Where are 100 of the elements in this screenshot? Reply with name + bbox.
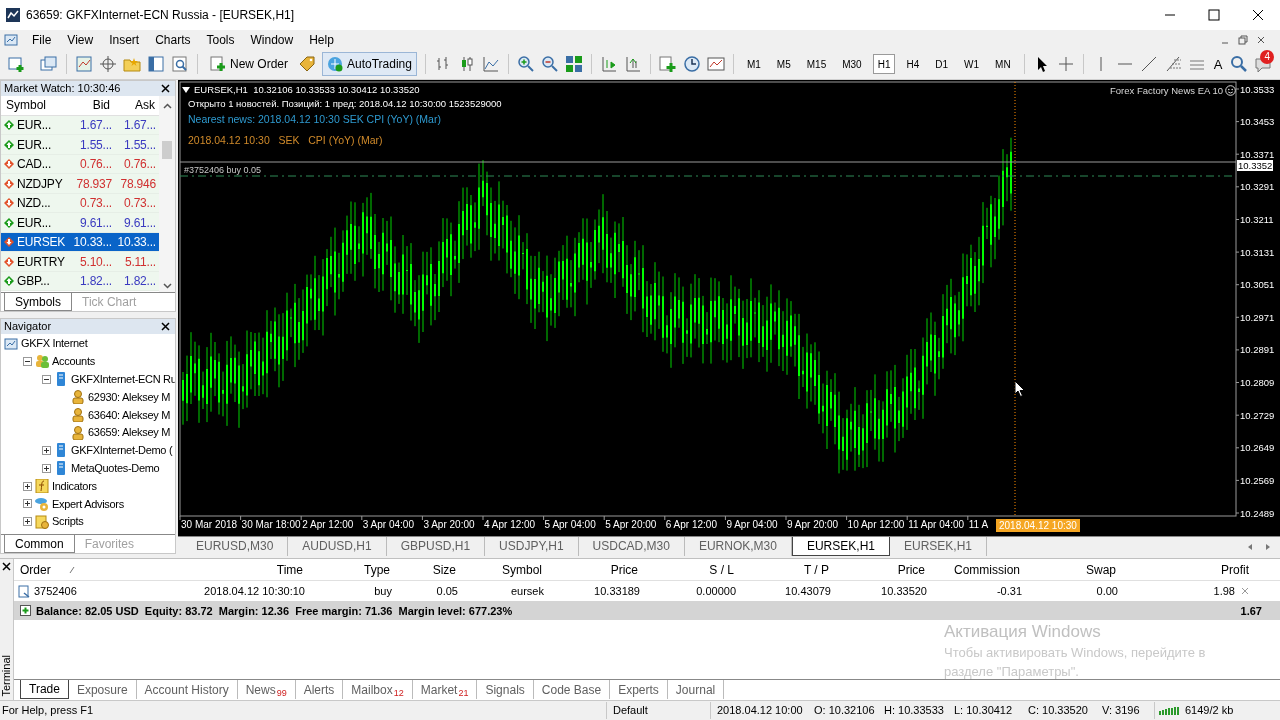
chart-tab[interactable]: USDJPY,H1: [485, 536, 579, 556]
chart-tab[interactable]: GBPUSD,H1: [386, 536, 486, 556]
tree-item[interactable]: 63659: Aleksey M: [88, 424, 171, 441]
market-watch-row[interactable]: EURSEK 10.33... 10.33...: [1, 232, 159, 253]
tree-item[interactable]: GKFXInternet-ECN Ru: [71, 371, 175, 388]
menu-item[interactable]: View: [59, 30, 102, 49]
tree-item[interactable]: Accounts: [52, 353, 95, 370]
terminal-tab[interactable]: Code Base: [533, 680, 611, 700]
autoscroll-icon[interactable]: [623, 55, 642, 74]
chart-shift-icon[interactable]: [599, 55, 618, 74]
chart-tab[interactable]: EURNOK,M30: [684, 536, 792, 556]
close-icon[interactable]: [2, 562, 11, 572]
column-header[interactable]: Bid: [69, 96, 114, 115]
collapse-icon[interactable]: [42, 374, 51, 384]
restore-icon[interactable]: [1238, 34, 1248, 45]
expand-icon[interactable]: [23, 517, 32, 527]
magnifier-window-icon[interactable]: [171, 55, 189, 74]
scrollbar-thumb[interactable]: [162, 140, 172, 159]
column-header[interactable]: Ask: [114, 96, 159, 115]
chart-tab[interactable]: EURSEK,H1: [890, 536, 987, 556]
expand-icon[interactable]: [20, 605, 31, 617]
column-header[interactable]: Swap: [1023, 560, 1119, 579]
tree-item[interactable]: MetaQuotes-Demo: [71, 460, 160, 477]
expand-icon[interactable]: [23, 499, 32, 509]
column-header[interactable]: T / P: [737, 560, 832, 579]
tile-windows-icon[interactable]: [564, 55, 583, 74]
market-watch-row[interactable]: NZDJPY 78.937 78.946: [1, 174, 159, 194]
menu-item[interactable]: Insert: [101, 30, 148, 49]
timeframe-button[interactable]: W1: [959, 54, 985, 75]
timeframe-button[interactable]: M30: [837, 54, 867, 75]
panel-tab[interactable]: Common: [4, 534, 75, 553]
timeframe-button[interactable]: M1: [741, 54, 766, 75]
timeframe-button[interactable]: D1: [930, 54, 954, 75]
zoom-in-icon[interactable]: [516, 55, 535, 74]
scroll-down-icon[interactable]: [162, 280, 172, 290]
column-header[interactable]: Price: [545, 560, 641, 579]
column-header[interactable]: Symbol: [459, 560, 545, 579]
menu-item[interactable]: Help: [301, 30, 342, 49]
scroll-up-icon[interactable]: [162, 101, 172, 111]
menu-item[interactable]: File: [24, 30, 60, 49]
timeframe-button[interactable]: MN: [990, 54, 1016, 75]
column-header[interactable]: Type: [306, 560, 393, 579]
column-header[interactable]: S / L: [641, 560, 737, 579]
chart-tab[interactable]: USDCAD,M30: [578, 536, 685, 556]
panel-tab[interactable]: Symbols: [4, 292, 72, 311]
market-watch-row[interactable]: NZD... 0.73... 0.73...: [1, 193, 159, 214]
timeframe-button[interactable]: M15: [801, 54, 832, 75]
add-window-icon[interactable]: [8, 55, 26, 74]
new-order-button[interactable]: New Order: [206, 53, 292, 76]
trendline-icon[interactable]: [1139, 55, 1158, 74]
maximize-icon[interactable]: [1208, 8, 1220, 21]
terminal-tab[interactable]: Trade: [20, 680, 69, 700]
market-watch-row[interactable]: EURTRY 5.10... 5.11...: [1, 252, 159, 272]
terminal-tab[interactable]: Experts: [610, 680, 668, 700]
close-order-icon[interactable]: [1241, 587, 1249, 596]
chart-grid-icon[interactable]: [75, 55, 93, 74]
close-icon[interactable]: [161, 321, 170, 331]
search-icon[interactable]: [1230, 55, 1249, 74]
line-chart-icon[interactable]: [481, 55, 500, 74]
menu-item[interactable]: Charts: [147, 30, 199, 49]
market-watch-row[interactable]: EUR... 1.55... 1.55...: [1, 135, 159, 155]
add-indicator-icon[interactable]: [658, 55, 677, 74]
scroll-left-icon[interactable]: [1246, 542, 1254, 551]
collapse-triangle-icon[interactable]: [182, 86, 190, 93]
timeframe-button[interactable]: H4: [901, 54, 925, 75]
autotrading-button[interactable]: AutoTrading: [322, 52, 417, 77]
terminal-tab[interactable]: Journal: [667, 680, 725, 700]
market-watch-row[interactable]: GBP... 1.82... 1.82...: [1, 271, 159, 292]
tree-item[interactable]: 62930: Aleksey M: [88, 388, 171, 406]
market-watch-row[interactable]: CAD... 0.76... 0.76...: [1, 154, 159, 175]
tree-item[interactable]: Indicators: [52, 477, 97, 495]
terminal-tab[interactable]: Alerts: [295, 680, 344, 700]
clock-icon[interactable]: [682, 55, 701, 74]
scrollbar[interactable]: [159, 95, 175, 292]
text-tool-button[interactable]: A: [1211, 54, 1225, 75]
chart-tab[interactable]: EURSEK,H1: [791, 536, 890, 556]
tag-icon[interactable]: [298, 55, 316, 74]
column-header[interactable]: Commission: [928, 560, 1023, 579]
scroll-right-icon[interactable]: [1264, 542, 1272, 551]
close-icon[interactable]: [161, 83, 170, 93]
crosshair-target-icon[interactable]: [99, 55, 117, 74]
terminal-tab[interactable]: Exposure: [68, 680, 137, 700]
terminal-tab[interactable]: Signals: [477, 680, 534, 700]
zoom-out-icon[interactable]: [540, 55, 559, 74]
market-watch-row[interactable]: EUR... 9.61... 9.61...: [1, 213, 159, 233]
template-icon[interactable]: [706, 55, 725, 74]
close-icon[interactable]: [1256, 34, 1266, 45]
collapse-icon[interactable]: [23, 356, 32, 366]
column-header[interactable]: Order: [20, 560, 51, 579]
column-header[interactable]: Symbol: [1, 96, 69, 115]
chart-tab[interactable]: EURUSD,M30: [182, 536, 289, 556]
terminal-tab[interactable]: Account History: [136, 680, 238, 700]
column-header[interactable]: Profit: [1119, 560, 1252, 579]
expand-icon[interactable]: [42, 463, 51, 473]
close-icon[interactable]: [1252, 8, 1264, 21]
stacked-windows-icon[interactable]: [40, 55, 58, 74]
expand-icon[interactable]: [42, 445, 51, 455]
tree-item[interactable]: Scripts: [52, 513, 84, 530]
chart-tab[interactable]: AUDUSD,H1: [288, 536, 387, 556]
tree-item[interactable]: Expert Advisors: [52, 495, 124, 513]
